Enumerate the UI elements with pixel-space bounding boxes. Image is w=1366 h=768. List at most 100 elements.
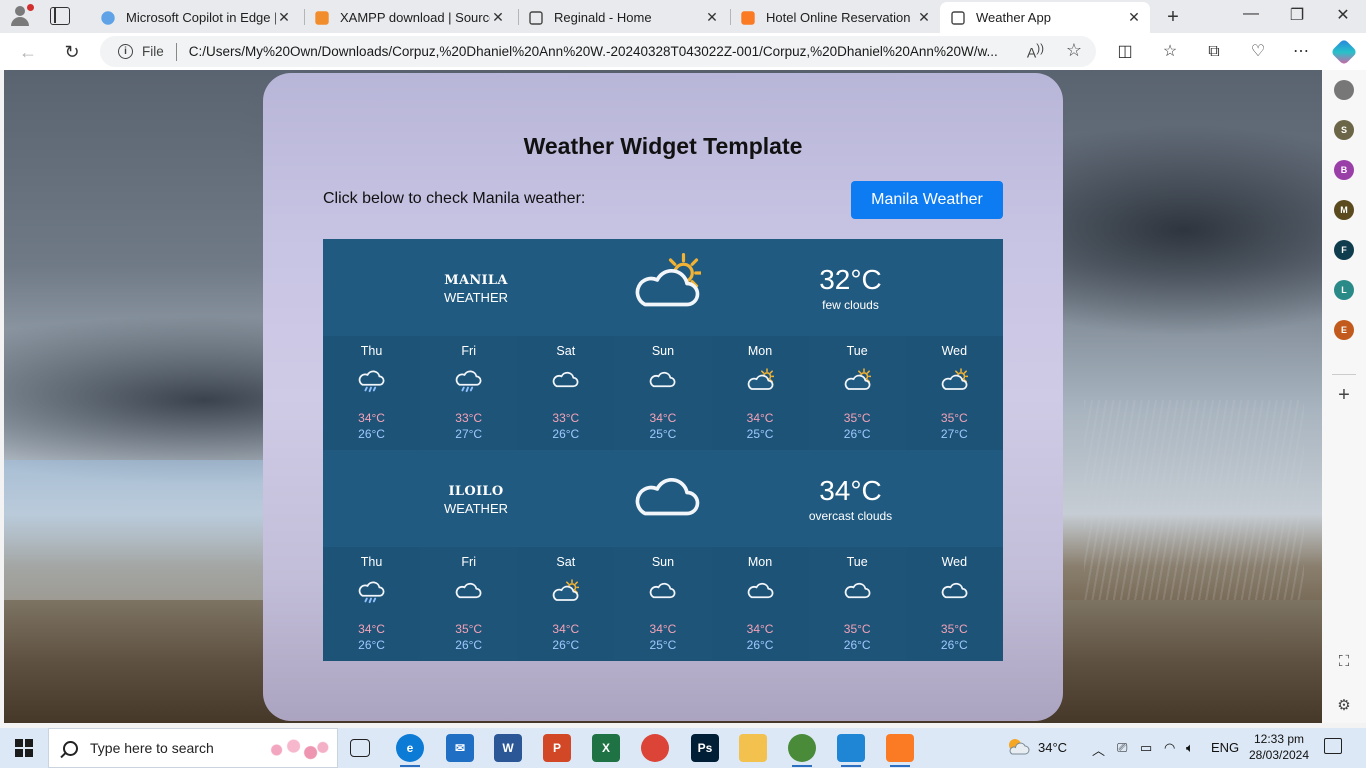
forecast-day: Tue 35°C 26°C (808, 336, 906, 450)
forecast-low-temp: 26°C (358, 427, 385, 441)
forecast-day-name: Fri (461, 555, 476, 569)
background-rain (1084, 400, 1304, 600)
forecast-row-iloilo: Thu 34°C 26°C Fri 35°C 26°C Sat 34°C 26°C Sun 34°C… (323, 547, 1003, 661)
weather-tray-icon[interactable] (1006, 736, 1030, 758)
excel-icon[interactable]: X (592, 734, 620, 762)
tab-actions-icon[interactable] (50, 7, 70, 25)
page-title: Weather Widget Template (523, 133, 803, 159)
info-icon[interactable]: i (118, 44, 133, 59)
forecast-day-name: Thu (360, 555, 383, 569)
new-tab-button[interactable]: + (1163, 6, 1183, 29)
running-indicator (890, 765, 910, 767)
minimize-button[interactable]: — (1228, 5, 1274, 23)
refresh-button[interactable]: ↻ (60, 40, 84, 64)
sidebar-app-7[interactable]: E (1334, 320, 1354, 340)
powerpoint-icon[interactable]: P (543, 734, 571, 762)
chrome-icon[interactable] (641, 734, 669, 762)
vscode-icon[interactable] (837, 734, 865, 762)
sidebar-app-2[interactable]: S (1334, 120, 1354, 140)
xampp-icon[interactable] (886, 734, 914, 762)
settings-more-icon[interactable]: ⋯ (1290, 41, 1312, 63)
weather-card: Weather Widget Template Click below to c… (263, 73, 1063, 721)
language-indicator[interactable]: ENG (1211, 740, 1239, 755)
browser-essentials-icon[interactable]: ♡ (1247, 41, 1269, 63)
forecast-low-temp: 26°C (552, 638, 580, 652)
tray-weather-temp[interactable]: 34°C (1038, 740, 1067, 755)
tab-close-icon[interactable]: ✕ (916, 9, 932, 26)
forecast-day: Wed 35°C 27°C (905, 336, 1003, 450)
forecast-day: Fri 35°C 26°C (420, 547, 518, 661)
profile-avatar-icon[interactable] (8, 4, 36, 28)
add-sidebar-app-icon[interactable]: + (1334, 384, 1354, 407)
forecast-low-temp: 27°C (455, 427, 483, 441)
sidebar-app-5[interactable]: F (1334, 240, 1354, 260)
cloud-icon (551, 368, 579, 401)
forecast-day: Sun 34°C 25°C (614, 547, 712, 661)
forecast-day: Thu 34°C 26°C (323, 547, 421, 661)
windows-start-icon[interactable] (15, 739, 33, 757)
sidebar-app-6[interactable]: L (1334, 280, 1354, 300)
favorite-star-icon[interactable]: ☆ (1066, 40, 1082, 61)
word-icon[interactable]: W (494, 734, 522, 762)
forecast-day-name: Tue (846, 344, 868, 358)
current-description: few clouds (822, 298, 879, 312)
tab-3[interactable]: Reginald - Home ✕ (518, 2, 728, 33)
notification-center-icon[interactable] (1324, 738, 1342, 754)
background-sky (4, 460, 304, 600)
forecast-day-name: Sat (556, 344, 576, 358)
sidebar-app-3[interactable]: B (1334, 160, 1354, 180)
sidebar-app-4[interactable]: M (1334, 200, 1354, 220)
tab-close-icon[interactable]: ✕ (276, 9, 292, 26)
sun-cloud-icon (940, 368, 969, 401)
tab-2[interactable]: XAMPP download | SourceF ✕ (304, 2, 514, 33)
tab-strip: Microsoft Copilot in Edge | M ✕ XAMPP down… (0, 0, 1366, 33)
back-button[interactable]: ← (16, 40, 40, 64)
clock-date: 28/03/2024 (1248, 748, 1310, 762)
forecast-low-temp: 26°C (940, 638, 968, 652)
url-text[interactable]: C:/Users/My%20Own/Downloads/Corpuz,%20Dh… (189, 44, 1019, 59)
mail-icon[interactable]: ✉ (446, 734, 474, 762)
collections-icon[interactable]: ⧉ (1203, 41, 1225, 63)
tab-favicon-icon (528, 10, 544, 26)
photoshop-icon[interactable]: Ps (691, 734, 719, 762)
sidebar-app-1[interactable] (1334, 80, 1354, 100)
favorites-icon[interactable]: ☆ (1159, 41, 1181, 63)
read-aloud-icon[interactable]: A)) (1027, 42, 1044, 61)
manila-weather-button[interactable]: Manila Weather (851, 181, 1003, 219)
sun-cloud-icon (631, 252, 704, 327)
restore-button[interactable]: ❐ (1274, 5, 1320, 25)
meet-now-icon[interactable]: ⎚ (1117, 740, 1127, 756)
forecast-day-name: Tue (846, 555, 868, 569)
sun-cloud-icon (746, 368, 775, 401)
chrome-profile-icon[interactable] (788, 734, 816, 762)
forecast-high-temp: 35°C (843, 622, 871, 636)
show-hidden-icons-icon[interactable]: ︿ (1092, 740, 1105, 759)
address-bar[interactable]: i File C:/Users/My%20Own/Downloads/Corpu… (100, 36, 1096, 67)
battery-icon[interactable]: ▭ (1140, 740, 1152, 756)
volume-icon[interactable]: 🔈︎ (1186, 740, 1194, 756)
edge-icon[interactable]: e (396, 734, 424, 762)
taskbar-search[interactable]: Type here to search (48, 728, 338, 768)
file-explorer-icon[interactable] (739, 734, 767, 762)
forecast-low-temp: 26°C (455, 638, 483, 652)
tab-5[interactable]: Weather App ✕ (940, 2, 1150, 33)
tab-favicon-icon (740, 10, 756, 26)
tab-1[interactable]: Microsoft Copilot in Edge | M ✕ (90, 2, 300, 33)
sidebar-settings-icon[interactable]: ⚙ (1334, 696, 1354, 714)
forecast-day-name: Sat (556, 555, 576, 569)
tab-close-icon[interactable]: ✕ (1126, 9, 1142, 26)
forecast-day: Thu 34°C 26°C (323, 336, 421, 450)
task-view-icon[interactable] (350, 739, 370, 757)
forecast-day-name: Sun (651, 555, 675, 569)
cloud-icon (648, 579, 676, 612)
wifi-icon[interactable]: ◠ (1164, 740, 1175, 756)
split-screen-icon[interactable]: ◫ (1114, 41, 1136, 63)
forecast-high-temp: 33°C (552, 411, 580, 425)
forecast-day: Mon 34°C 25°C (711, 336, 809, 450)
clock[interactable]: 12:33 pm 28/03/2024 (1240, 731, 1318, 763)
tab-close-icon[interactable]: ✕ (490, 9, 506, 26)
tab-close-icon[interactable]: ✕ (704, 9, 720, 26)
screenshot-icon[interactable]: ⛶ (1334, 653, 1354, 670)
tab-4[interactable]: Hotel Online Reservation ✕ (730, 2, 940, 33)
close-window-button[interactable]: ✕ (1320, 5, 1366, 25)
